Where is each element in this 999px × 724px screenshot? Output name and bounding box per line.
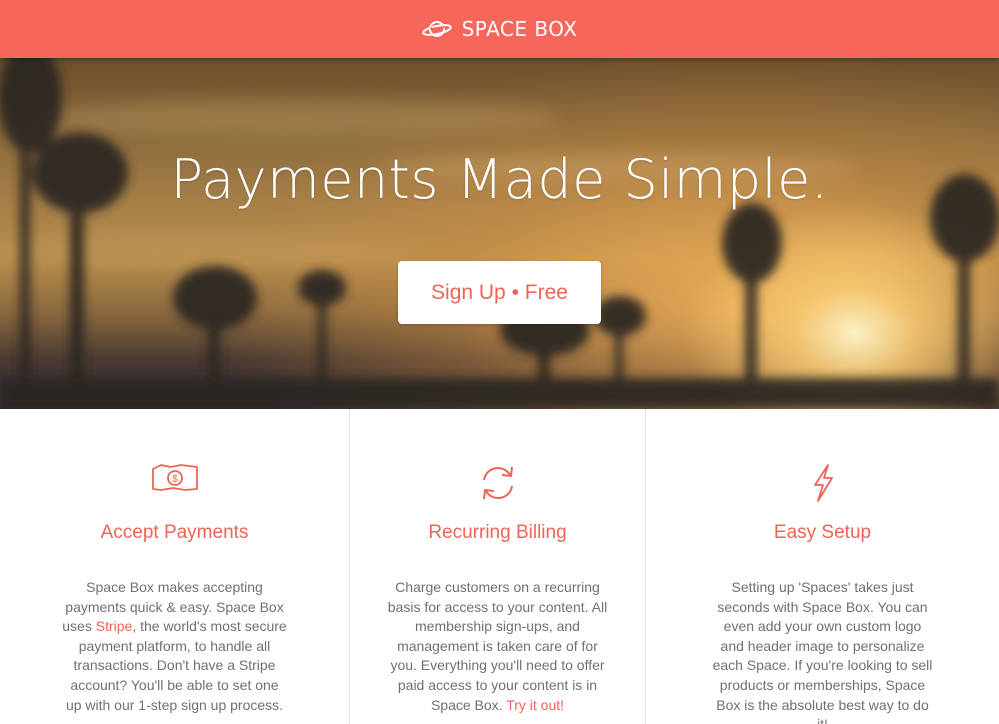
money-icon: $ [151,463,199,498]
feature-title: Accept Payments [100,522,249,543]
feature-description: Setting up 'Spaces' takes just seconds w… [712,579,933,724]
hero-section: Payments Made Simple. Sign Up • Free [0,58,999,409]
feature-easy-setup: Easy Setup Setting up 'Spaces' takes jus… [646,409,999,724]
planet-icon [421,18,452,40]
try-it-out-link[interactable]: Try it out! [506,697,564,713]
features-section: $ Accept Payments Space Box makes accept… [0,409,999,724]
feature-description: Charge customers on a recurring basis fo… [387,579,608,713]
feature-recurring-billing: Recurring Billing Charge customers on a … [350,409,646,724]
refresh-icon [476,463,520,508]
hero-title: Payments Made Simple. [170,148,829,211]
feature-accept-payments: $ Accept Payments Space Box makes accept… [0,409,350,724]
brand-link[interactable]: SPACE BOX [421,17,578,41]
svg-text:$: $ [172,474,178,485]
feature-title: Easy Setup [773,522,872,543]
top-bar: SPACE BOX [0,0,999,58]
brand-name: SPACE BOX [461,17,578,41]
hero-background-image [0,58,999,409]
signup-free-button[interactable]: Sign Up • Free [398,261,601,324]
feature-title: Recurring Billing [428,522,567,543]
feature-description: Space Box makes accepting payments quick… [62,579,287,713]
stripe-link[interactable]: Stripe [96,618,133,634]
lightning-icon [810,463,836,508]
